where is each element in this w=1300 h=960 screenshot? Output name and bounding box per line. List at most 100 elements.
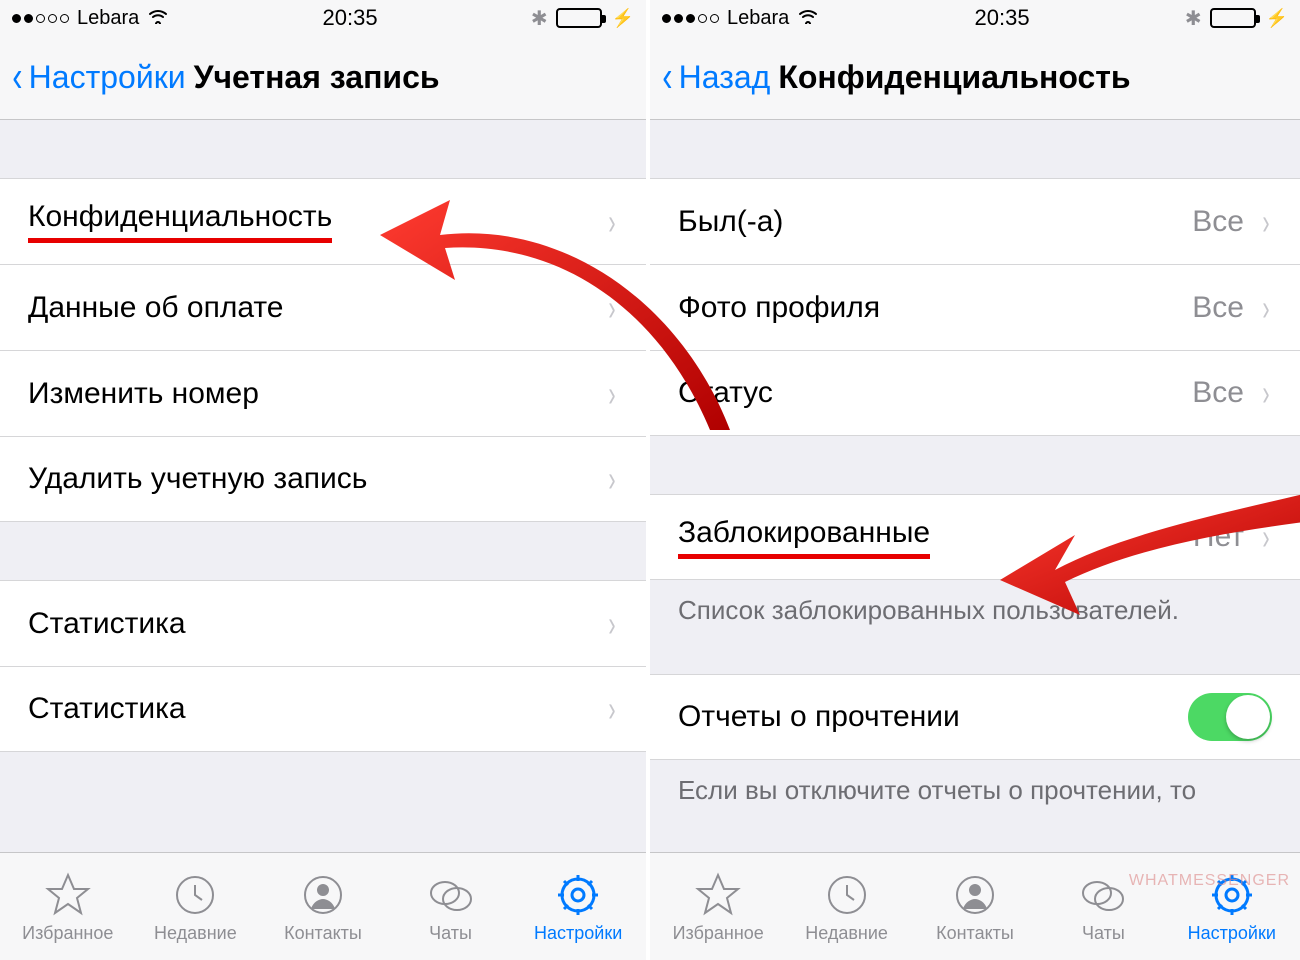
clock-icon <box>823 871 871 919</box>
page-title: Конфиденциальность <box>778 59 1130 96</box>
row-label: Заблокированные <box>678 516 930 559</box>
tab-label: Избранное <box>673 923 764 944</box>
chevron-right-icon: › <box>608 688 615 730</box>
charging-icon: ⚡ <box>612 8 634 29</box>
charging-icon: ⚡ <box>1266 8 1288 29</box>
chevron-right-icon: › <box>1262 372 1269 414</box>
tab-label: Чаты <box>429 923 472 944</box>
chevron-right-icon: › <box>608 603 615 645</box>
watermark: WHATMESSENGER <box>1129 872 1290 890</box>
chevron-right-icon: › <box>1262 287 1269 329</box>
status-bar: Lebara 20:35 ✱ ⚡ <box>0 0 646 36</box>
signal-dots-icon <box>12 14 69 23</box>
row-label: Статистика <box>28 607 186 641</box>
row-value: Нет <box>1193 520 1244 554</box>
row-privacy[interactable]: Конфиденциальность › <box>0 178 646 264</box>
phone-right-privacy: Lebara 20:35 ✱ ⚡ ‹ Назад Конфиденциально… <box>650 0 1300 960</box>
chevron-right-icon: › <box>608 287 615 329</box>
tab-recents[interactable]: Недавние <box>132 871 260 944</box>
tab-label: Недавние <box>805 923 888 944</box>
nav-bar: ‹ Настройки Учетная запись <box>0 36 646 120</box>
row-label: Данные об оплате <box>28 291 283 325</box>
tab-contacts[interactable]: Контакты <box>911 871 1039 944</box>
carrier-label: Lebara <box>77 7 139 30</box>
tab-label: Чаты <box>1082 923 1125 944</box>
row-blocked[interactable]: Заблокированные Нет › <box>650 494 1300 580</box>
status-time: 20:35 <box>323 5 378 31</box>
row-payment-info[interactable]: Данные об оплате › <box>0 264 646 350</box>
back-button[interactable]: ‹ Назад <box>660 59 770 96</box>
wifi-icon <box>797 6 819 30</box>
row-label: Статус <box>678 376 773 410</box>
tab-recents[interactable]: Недавние <box>782 871 910 944</box>
back-label: Назад <box>679 59 771 96</box>
carrier-label: Lebara <box>727 7 789 30</box>
row-label: Удалить учетную запись <box>28 462 367 496</box>
row-delete-account[interactable]: Удалить учетную запись › <box>0 436 646 522</box>
row-value: Все <box>1192 376 1244 410</box>
read-receipts-footer: Если вы отключите отчеты о прочтении, то <box>650 760 1300 818</box>
tab-label: Недавние <box>154 923 237 944</box>
row-read-receipts[interactable]: Отчеты о прочтении <box>650 674 1300 760</box>
signal-dots-icon <box>662 14 719 23</box>
row-status[interactable]: Статус Все › <box>650 350 1300 436</box>
bluetooth-icon: ✱ <box>1185 6 1202 31</box>
row-label: Был(-а) <box>678 205 783 239</box>
toggle-read-receipts[interactable] <box>1188 693 1272 741</box>
tab-contacts[interactable]: Контакты <box>259 871 387 944</box>
content-right: Был(-а) Все › Фото профиля Все › Статус … <box>650 120 1300 852</box>
chevron-right-icon: › <box>608 458 615 500</box>
row-statistics-2[interactable]: Статистика › <box>0 666 646 752</box>
phone-left-account: Lebara 20:35 ✱ ⚡ ‹ Настройки Учетная зап… <box>0 0 650 960</box>
gear-icon <box>554 871 602 919</box>
battery-icon <box>1210 8 1256 28</box>
tab-bar: Избранное Недавние Контакты Чаты Настрой… <box>650 852 1300 960</box>
row-statistics-1[interactable]: Статистика › <box>0 580 646 666</box>
contact-icon <box>951 871 999 919</box>
status-bar: Lebara 20:35 ✱ ⚡ <box>650 0 1300 36</box>
contact-icon <box>299 871 347 919</box>
nav-bar: ‹ Назад Конфиденциальность <box>650 36 1300 120</box>
tab-label: Контакты <box>936 923 1014 944</box>
wifi-icon <box>147 6 169 30</box>
tab-favorites[interactable]: Избранное <box>654 871 782 944</box>
star-icon <box>44 871 92 919</box>
toggle-knob <box>1226 695 1270 739</box>
tab-bar: Избранное Недавние Контакты Чаты Настрой… <box>0 852 646 960</box>
page-title: Учетная запись <box>194 59 440 96</box>
row-last-seen[interactable]: Был(-а) Все › <box>650 178 1300 264</box>
back-button[interactable]: ‹ Настройки <box>10 59 186 96</box>
back-label: Настройки <box>29 59 186 96</box>
tab-favorites[interactable]: Избранное <box>4 871 132 944</box>
chevron-left-icon: ‹ <box>12 62 22 93</box>
row-value: Все <box>1192 205 1244 239</box>
bluetooth-icon: ✱ <box>531 6 548 31</box>
chevron-right-icon: › <box>1262 201 1269 243</box>
status-time: 20:35 <box>975 5 1030 31</box>
chevron-right-icon: › <box>608 373 615 415</box>
row-label: Отчеты о прочтении <box>678 700 960 734</box>
tab-label: Настройки <box>1188 923 1276 944</box>
star-icon <box>694 871 742 919</box>
blocked-footer: Список заблокированных пользователей. <box>650 580 1300 638</box>
tab-label: Избранное <box>22 923 113 944</box>
clock-icon <box>171 871 219 919</box>
tab-chats[interactable]: Чаты <box>387 871 515 944</box>
row-profile-photo[interactable]: Фото профиля Все › <box>650 264 1300 350</box>
chevron-left-icon: ‹ <box>662 62 672 93</box>
chevron-right-icon: › <box>1262 516 1269 558</box>
content-left: Конфиденциальность › Данные об оплате › … <box>0 120 646 852</box>
tab-label: Настройки <box>534 923 622 944</box>
chevron-right-icon: › <box>608 201 615 243</box>
row-change-number[interactable]: Изменить номер › <box>0 350 646 436</box>
row-label: Статистика <box>28 692 186 726</box>
tab-label: Контакты <box>284 923 362 944</box>
row-label: Фото профиля <box>678 291 880 325</box>
chat-icon <box>1079 871 1127 919</box>
row-value: Все <box>1192 291 1244 325</box>
chat-icon <box>427 871 475 919</box>
row-label: Конфиденциальность <box>28 200 332 243</box>
tab-settings[interactable]: Настройки <box>514 871 642 944</box>
battery-icon <box>556 8 602 28</box>
row-label: Изменить номер <box>28 377 259 411</box>
